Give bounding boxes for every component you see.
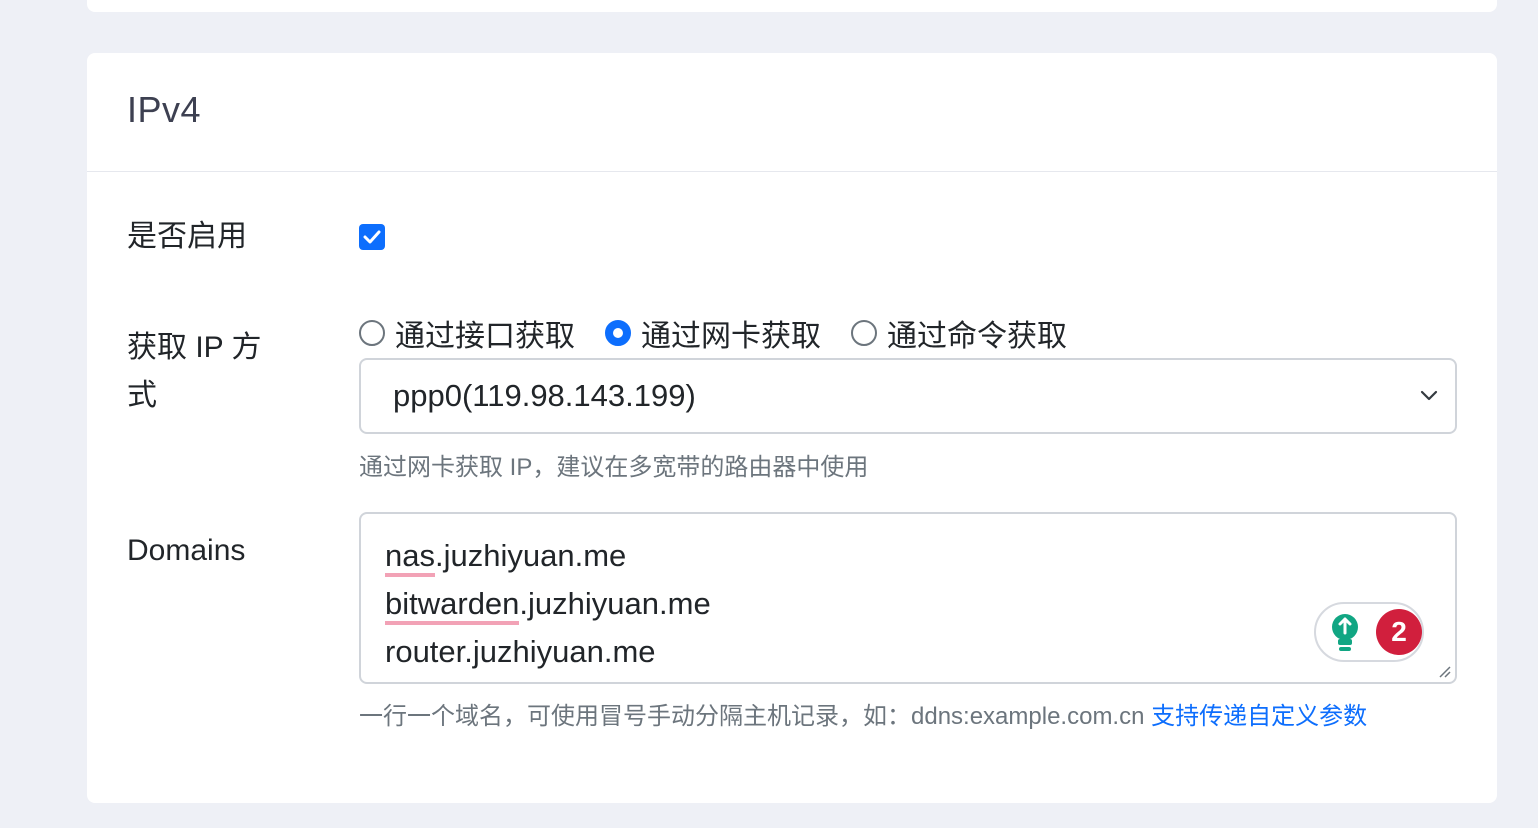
radio-netcard-label: 通过网卡获取 <box>641 320 821 353</box>
enable-checkbox[interactable] <box>359 224 385 250</box>
domains-textarea[interactable]: nas.juzhiyuan.me bitwarden.juzhiyuan.me … <box>359 512 1457 684</box>
domain-line: nas.juzhiyuan.me <box>385 532 1431 580</box>
interface-select[interactable]: ppp0(119.98.143.199) <box>359 358 1457 434</box>
custom-params-link[interactable]: 支持传递自定义参数 <box>1151 703 1367 730</box>
radio-interface[interactable] <box>359 320 385 346</box>
card-title: IPv4 <box>127 89 202 130</box>
ip-method-label-line2: 式 <box>127 379 157 412</box>
chevron-down-icon <box>1420 390 1438 401</box>
radio-option-interface[interactable]: 通过接口获取 <box>359 311 575 355</box>
spelling-underline[interactable]: nas <box>385 538 435 577</box>
radio-option-command[interactable]: 通过命令获取 <box>851 311 1067 355</box>
enable-label: 是否启用 <box>127 220 247 253</box>
domains-help: 一行一个域名，可使用冒号手动分隔主机记录，如：ddns:example.com.… <box>359 696 1367 731</box>
resize-handle-icon[interactable] <box>1435 662 1451 678</box>
radio-interface-label: 通过接口获取 <box>395 320 575 353</box>
domain-line-rest: router.juzhiyuan.me <box>385 634 656 669</box>
domain-line: bitwarden.juzhiyuan.me <box>385 580 1431 628</box>
domain-line: router.juzhiyuan.me <box>385 628 1431 676</box>
spelling-underline[interactable]: bitwarden <box>385 586 520 625</box>
domain-line-rest: .juzhiyuan.me <box>434 538 627 573</box>
ip-method-help: 通过网卡获取 IP，建议在多宽带的路由器中使用 <box>359 454 869 481</box>
previous-card <box>87 0 1497 12</box>
ip-method-label-line1: 获取 IP 方 <box>127 331 262 364</box>
domain-line-rest: .juzhiyuan.me <box>519 586 711 621</box>
radio-option-netcard[interactable]: 通过网卡获取 <box>605 311 821 355</box>
ipv4-card: IPv4 是否启用 获取 IP 方 式 通过接口获取 通过网卡获取 通过命令获取… <box>87 53 1497 803</box>
checkmark-icon <box>363 230 381 244</box>
grammar-checker-badge[interactable]: 2 <box>1314 602 1424 662</box>
domains-label: Domains <box>127 534 246 567</box>
grammar-count-badge: 2 <box>1376 609 1422 655</box>
radio-netcard[interactable] <box>605 320 631 346</box>
ip-method-radio-group: 通过接口获取 通过网卡获取 通过命令获取 <box>359 311 1097 355</box>
domains-help-text: 一行一个域名，可使用冒号手动分隔主机记录，如：ddns:example.com.… <box>359 703 1152 730</box>
ip-method-label: 获取 IP 方 式 <box>127 324 261 420</box>
lightbulb-icon <box>1332 614 1358 651</box>
card-header: IPv4 <box>87 53 1497 172</box>
radio-command-label: 通过命令获取 <box>887 320 1067 353</box>
interface-select-value: ppp0(119.98.143.199) <box>393 378 696 413</box>
radio-command[interactable] <box>851 320 877 346</box>
